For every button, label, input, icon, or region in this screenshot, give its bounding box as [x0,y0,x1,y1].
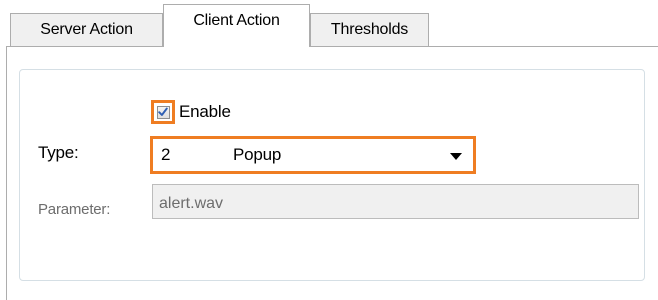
tab-strip: Server Action Client Action Thresholds [0,0,658,47]
tab-thresholds-label: Thresholds [330,21,409,38]
type-value: Popup [233,145,282,164]
type-label: Type: [38,143,79,162]
parameter-label: Parameter: [38,201,111,218]
enable-checkbox-highlight [151,100,175,124]
enable-label[interactable]: Enable [179,102,231,122]
type-dropdown[interactable]: 2 Popup [150,136,476,174]
enable-checkbox[interactable] [156,105,170,119]
parameter-input[interactable] [152,184,639,219]
checkmark-icon [158,107,168,116]
tab-server-action-label: Server Action [40,21,133,38]
tab-client-action-label: Client Action [193,12,280,29]
chevron-down-icon[interactable] [450,153,462,160]
enable-row: Enable [151,100,231,124]
tab-client-action[interactable]: Client Action [163,4,310,47]
tab-server-action[interactable]: Server Action [10,13,163,46]
client-action-group: Enable Type: 2 Popup Parameter: [19,69,645,281]
type-code: 2 [161,145,171,164]
tab-thresholds[interactable]: Thresholds [310,13,429,46]
client-action-panel: Enable Type: 2 Popup Parameter: [6,46,658,300]
